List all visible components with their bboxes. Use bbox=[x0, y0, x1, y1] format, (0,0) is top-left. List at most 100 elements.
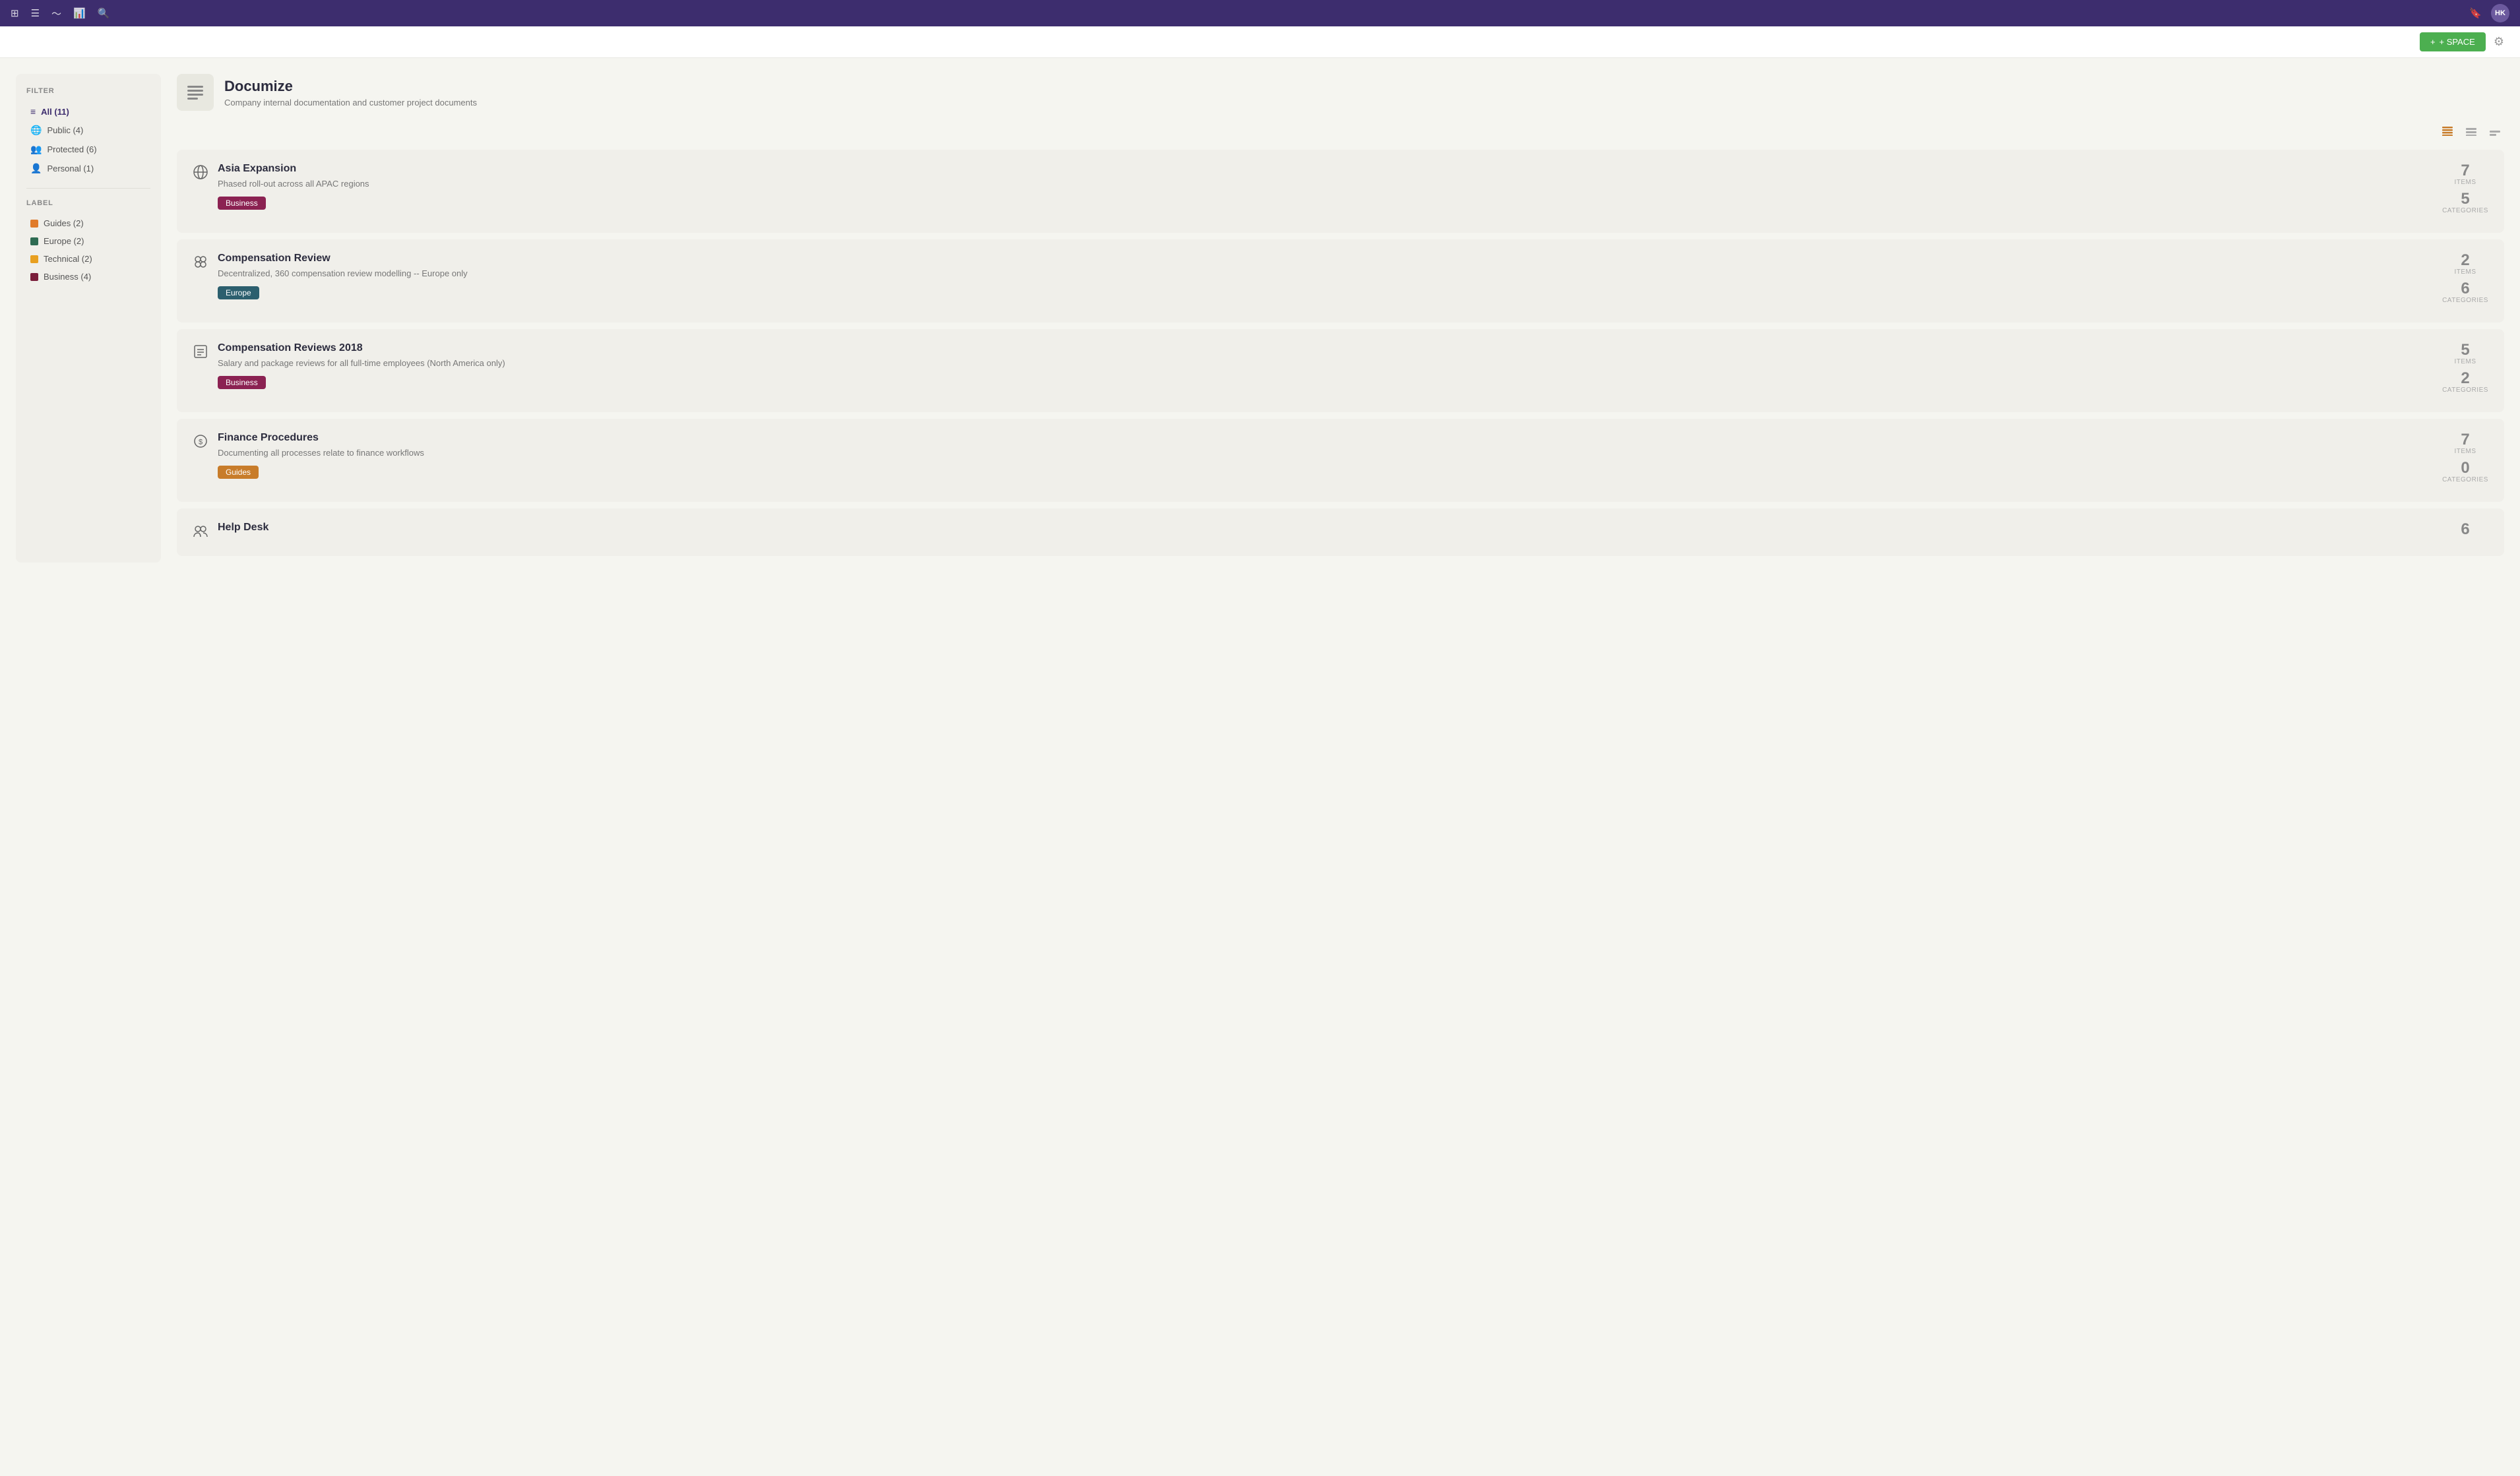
card-compensation-review[interactable]: Compensation Review Decentralized, 360 c… bbox=[177, 239, 2504, 323]
view-normal-button[interactable] bbox=[2462, 124, 2480, 142]
business-label: Business (4) bbox=[44, 272, 91, 282]
help-desk-title: Help Desk bbox=[218, 522, 268, 534]
items-label: ITEMS bbox=[2442, 268, 2488, 276]
sidebar-item-personal[interactable]: 👤 Personal (1) bbox=[26, 160, 150, 177]
personal-icon: 👤 bbox=[30, 163, 42, 174]
sidebar-label-technical[interactable]: Technical (2) bbox=[26, 251, 150, 267]
compensation-reviews-2018-stats: 5 ITEMS 2 CATEGORIES bbox=[2442, 342, 2488, 399]
svg-text:$: $ bbox=[199, 439, 203, 446]
sidebar-item-protected[interactable]: 👥 Protected (6) bbox=[26, 140, 150, 158]
finance-procedures-icon: $ bbox=[193, 433, 208, 453]
public-icon: 🌐 bbox=[30, 125, 42, 136]
main-content: Documize Company internal documentation … bbox=[177, 74, 2504, 563]
items-label: ITEMS bbox=[2442, 179, 2488, 186]
technical-label: Technical (2) bbox=[44, 254, 92, 264]
sidebar-item-all-label: All (11) bbox=[41, 107, 69, 117]
grid-icon[interactable]: ⊞ bbox=[11, 7, 19, 19]
chart-icon[interactable]: 📊 bbox=[73, 7, 86, 19]
asia-expansion-title: Asia Expansion bbox=[218, 163, 369, 175]
asia-expansion-stats: 7 ITEMS 5 CATEGORIES bbox=[2442, 163, 2488, 220]
asia-expansion-tag[interactable]: Business bbox=[218, 197, 266, 210]
sidebar: FILTER ≡ All (11) 🌐 Public (4) 👥 Protect… bbox=[16, 74, 161, 563]
view-controls bbox=[177, 124, 2504, 142]
view-wide-button[interactable] bbox=[2486, 124, 2504, 142]
sidebar-item-protected-label: Protected (6) bbox=[47, 144, 96, 154]
label-section-title: LABEL bbox=[26, 199, 150, 207]
asia-expansion-categories-count: 5 bbox=[2442, 191, 2488, 207]
items-label: ITEMS bbox=[2442, 358, 2488, 365]
categories-label: CATEGORIES bbox=[2442, 476, 2488, 483]
card-compensation-reviews-2018[interactable]: Compensation Reviews 2018 Salary and pac… bbox=[177, 329, 2504, 412]
card-left: Asia Expansion Phased roll-out across al… bbox=[193, 163, 2442, 210]
card-body: Finance Procedures Documenting all proce… bbox=[218, 432, 424, 479]
list-icon[interactable]: ☰ bbox=[31, 7, 40, 19]
sidebar-divider bbox=[26, 188, 150, 189]
sidebar-label-business[interactable]: Business (4) bbox=[26, 268, 150, 285]
asia-expansion-icon bbox=[193, 164, 208, 184]
compensation-reviews-2018-desc: Salary and package reviews for all full-… bbox=[218, 358, 505, 368]
business-dot bbox=[30, 273, 38, 281]
compensation-reviews-2018-title: Compensation Reviews 2018 bbox=[218, 342, 505, 354]
categories-label: CATEGORIES bbox=[2442, 297, 2488, 304]
compensation-review-items-count: 2 bbox=[2442, 253, 2488, 268]
card-body: Help Desk bbox=[218, 522, 268, 538]
card-left: Compensation Reviews 2018 Salary and pac… bbox=[193, 342, 2442, 389]
filter-section-title: FILTER bbox=[26, 87, 150, 95]
compensation-reviews-2018-tag[interactable]: Business bbox=[218, 376, 266, 389]
view-dense-button[interactable] bbox=[2438, 124, 2457, 142]
finance-procedures-desc: Documenting all processes relate to fina… bbox=[218, 448, 424, 458]
card-body: Asia Expansion Phased roll-out across al… bbox=[218, 163, 369, 210]
categories-label: CATEGORIES bbox=[2442, 386, 2488, 394]
compensation-reviews-2018-categories-count: 2 bbox=[2442, 371, 2488, 386]
compensation-review-tag[interactable]: Europe bbox=[218, 286, 259, 299]
protected-icon: 👥 bbox=[30, 144, 42, 155]
finance-procedures-items-count: 7 bbox=[2442, 432, 2488, 448]
add-space-button[interactable]: + + SPACE bbox=[2420, 32, 2486, 51]
space-title: Documize bbox=[224, 78, 477, 95]
finance-procedures-categories-count: 0 bbox=[2442, 460, 2488, 476]
technical-dot bbox=[30, 255, 38, 263]
add-space-label: + SPACE bbox=[2440, 37, 2475, 47]
card-asia-expansion[interactable]: Asia Expansion Phased roll-out across al… bbox=[177, 150, 2504, 233]
space-description: Company internal documentation and custo… bbox=[224, 98, 477, 108]
sidebar-label-guides[interactable]: Guides (2) bbox=[26, 215, 150, 231]
finance-procedures-stats: 7 ITEMS 0 CATEGORIES bbox=[2442, 432, 2488, 489]
bookmark-icon[interactable]: 🔖 bbox=[2469, 7, 2482, 19]
compensation-review-icon bbox=[193, 254, 208, 274]
sidebar-item-public-label: Public (4) bbox=[47, 125, 83, 135]
space-icon bbox=[177, 74, 214, 111]
compensation-reviews-2018-items-count: 5 bbox=[2442, 342, 2488, 358]
sub-header: + + SPACE ⚙ bbox=[0, 26, 2520, 58]
space-info: Documize Company internal documentation … bbox=[224, 78, 477, 108]
plus-icon: + bbox=[2430, 37, 2436, 47]
finance-procedures-title: Finance Procedures bbox=[218, 432, 424, 444]
categories-label: CATEGORIES bbox=[2442, 207, 2488, 214]
search-icon[interactable]: 🔍 bbox=[98, 7, 110, 19]
nav-left: ⊞ ☰ 〜 📊 🔍 bbox=[11, 7, 110, 20]
nav-right: 🔖 HK bbox=[2469, 4, 2509, 22]
asia-expansion-desc: Phased roll-out across all APAC regions bbox=[218, 179, 369, 189]
card-body: Compensation Reviews 2018 Salary and pac… bbox=[218, 342, 505, 389]
guides-dot bbox=[30, 220, 38, 228]
all-icon: ≡ bbox=[30, 106, 36, 117]
compensation-review-title: Compensation Review bbox=[218, 253, 468, 264]
top-navigation: ⊞ ☰ 〜 📊 🔍 🔖 HK bbox=[0, 0, 2520, 26]
compensation-review-categories-count: 6 bbox=[2442, 281, 2488, 297]
finance-procedures-tag[interactable]: Guides bbox=[218, 466, 259, 479]
sidebar-item-public[interactable]: 🌐 Public (4) bbox=[26, 121, 150, 139]
sidebar-item-all[interactable]: ≡ All (11) bbox=[26, 103, 150, 120]
help-desk-items-count: 6 bbox=[2442, 522, 2488, 538]
space-header: Documize Company internal documentation … bbox=[177, 74, 2504, 111]
card-help-desk[interactable]: Help Desk 6 bbox=[177, 508, 2504, 556]
card-left: Compensation Review Decentralized, 360 c… bbox=[193, 253, 2442, 299]
user-avatar[interactable]: HK bbox=[2491, 4, 2509, 22]
settings-icon[interactable]: ⚙ bbox=[2494, 35, 2504, 49]
sidebar-label-europe[interactable]: Europe (2) bbox=[26, 233, 150, 249]
sidebar-item-personal-label: Personal (1) bbox=[47, 164, 94, 173]
card-finance-procedures[interactable]: $ Finance Procedures Documenting all pro… bbox=[177, 419, 2504, 502]
pulse-icon[interactable]: 〜 bbox=[51, 7, 61, 20]
card-left: Help Desk bbox=[193, 522, 2442, 543]
compensation-reviews-2018-icon bbox=[193, 344, 208, 363]
items-label: ITEMS bbox=[2442, 448, 2488, 455]
help-desk-stats: 6 bbox=[2442, 522, 2488, 538]
